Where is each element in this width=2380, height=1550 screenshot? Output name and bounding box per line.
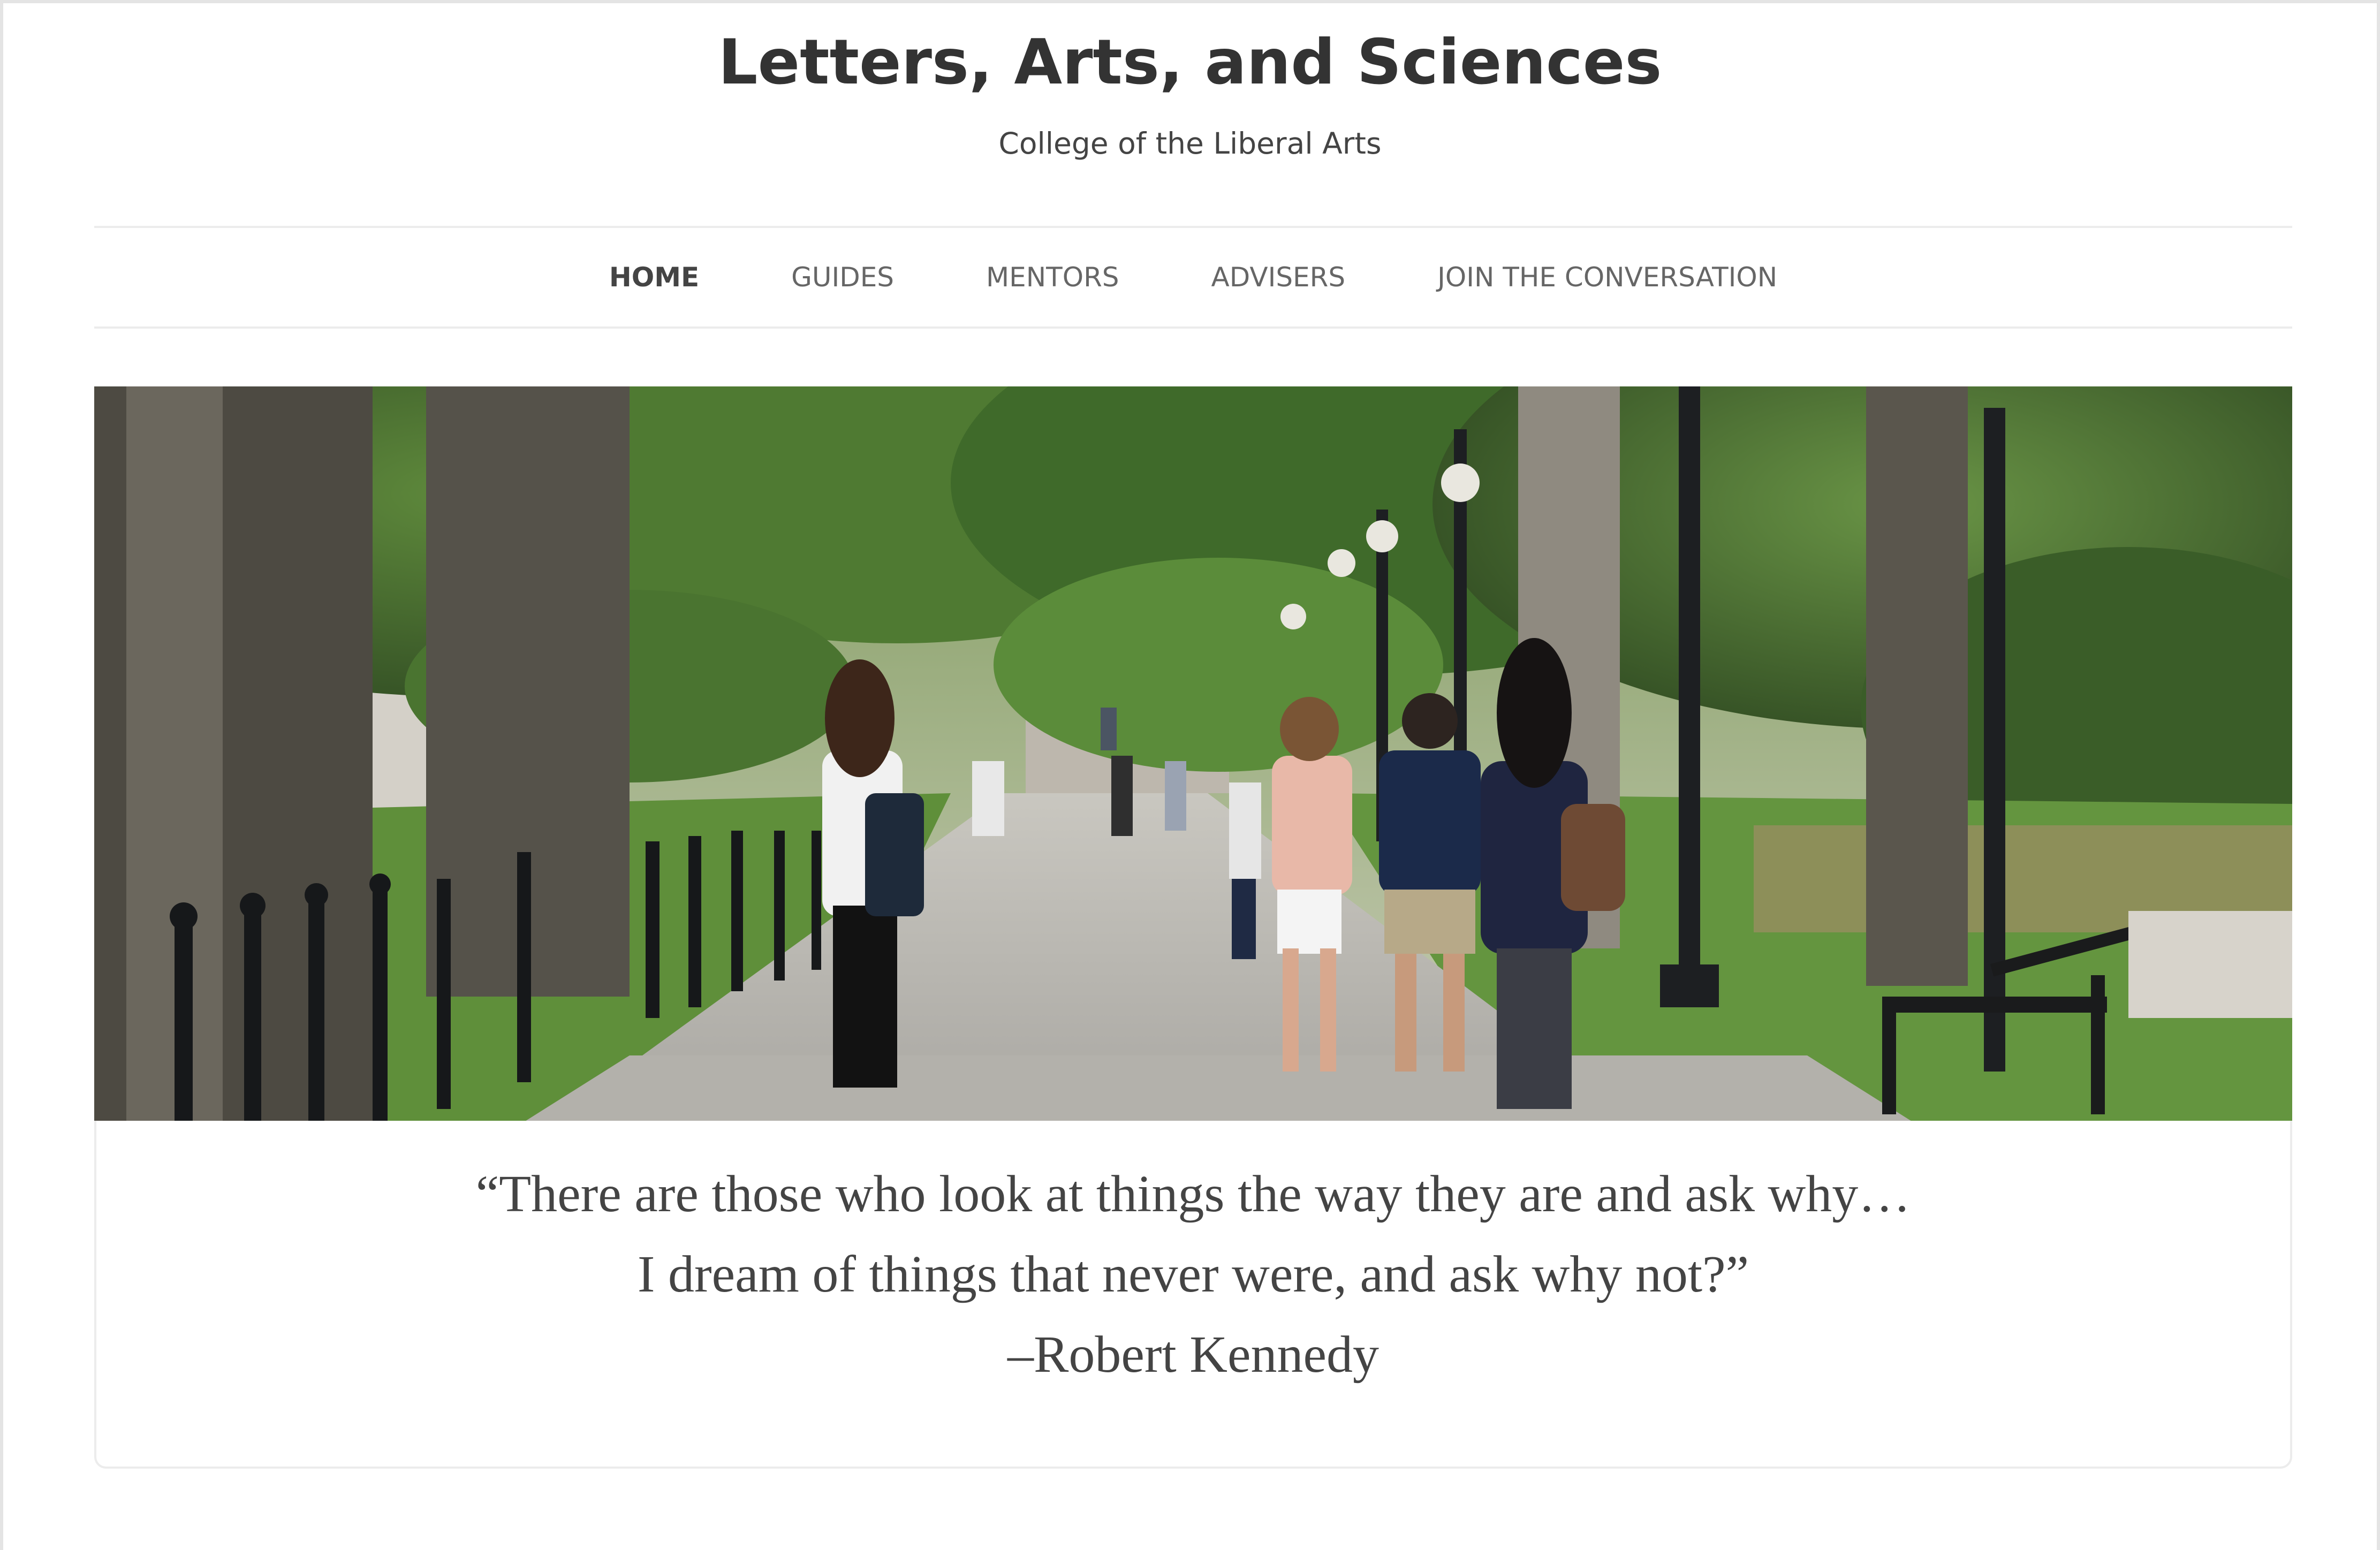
site-tagline: College of the Liberal Arts	[998, 126, 1382, 161]
quote-box: “There are those who look at things the …	[94, 1121, 2292, 1469]
page: Letters, Arts, and Sciences College of t…	[0, 0, 2380, 1550]
nav-item-guides[interactable]: GUIDES	[745, 256, 940, 299]
hero-image	[94, 386, 2292, 1123]
quote-line-1: “There are those who look at things the …	[475, 1165, 1911, 1223]
quote-attribution: –Robert Kennedy	[1007, 1326, 1379, 1384]
nav-item-join-the-conversation[interactable]: JOIN THE CONVERSATION	[1391, 256, 1823, 299]
quote-line-2: I dream of things that never were, and a…	[637, 1245, 1749, 1303]
nav-item-home[interactable]: HOME	[563, 256, 745, 299]
site-title[interactable]: Letters, Arts, and Sciences	[3, 22, 2377, 103]
main-navigation: HOME GUIDES MENTORS ADVISERS JOIN THE CO…	[94, 226, 2292, 329]
nav-item-mentors[interactable]: MENTORS	[940, 256, 1165, 299]
nav-item-advisers[interactable]: ADVISERS	[1165, 256, 1392, 299]
campus-walkway-photo	[94, 386, 2292, 1123]
